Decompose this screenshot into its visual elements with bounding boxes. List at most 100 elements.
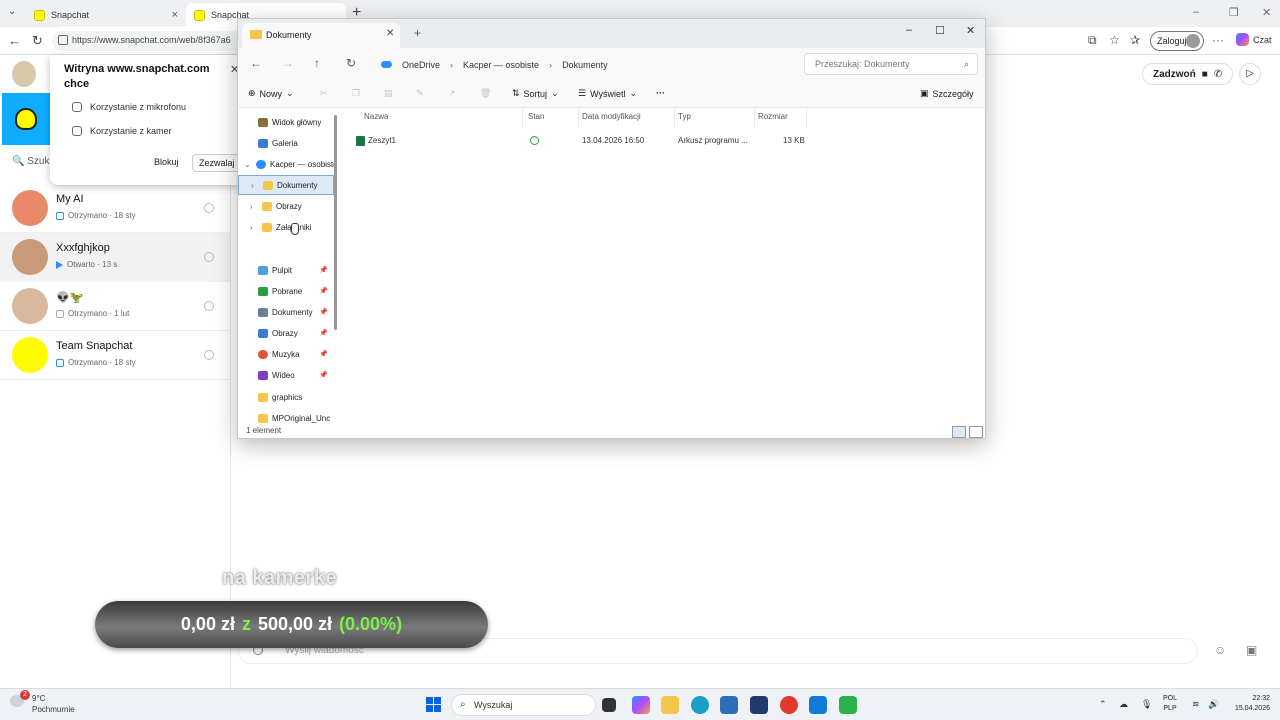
sidebar-item-gallery[interactable]: Galeria — [238, 133, 334, 153]
column-header-type[interactable]: Typ — [678, 112, 691, 121]
login-button[interactable]: Zaloguj — [1150, 31, 1204, 51]
sidebar-item-graphics[interactable]: graphics — [238, 387, 334, 407]
column-divider[interactable] — [754, 108, 755, 128]
breadcrumb-item[interactable]: Dokumenty — [562, 60, 608, 70]
copilot-button[interactable]: Czat — [1236, 33, 1272, 46]
sidebar-item-pictures-onedrive[interactable]: › Obrazy — [238, 196, 334, 216]
forward-icon[interactable]: → — [282, 56, 294, 70]
explorer-search-input[interactable]: Przeszukaj: Dokumenty ⌕ — [804, 53, 978, 75]
start-menu-icon[interactable] — [426, 697, 441, 712]
task-view-icon[interactable] — [602, 698, 616, 712]
back-icon[interactable]: ← — [8, 33, 21, 48]
chat-item-team-snapchat[interactable]: Team Snapchat Otrzymano · 18 sty — [0, 331, 230, 380]
clock[interactable]: 22:32 15.04.2026 — [1226, 694, 1270, 714]
sticker-icon[interactable]: ▣ — [1246, 643, 1257, 657]
close-tab-icon[interactable]: × — [172, 9, 178, 21]
camera-reply-icon[interactable] — [204, 301, 214, 311]
chevron-down-icon[interactable]: ⌄ — [244, 160, 252, 169]
column-divider[interactable] — [522, 108, 523, 128]
close-window-icon[interactable]: ✕ — [1262, 6, 1271, 19]
paste-icon[interactable]: ▤ — [384, 88, 393, 99]
sidebar-item-home[interactable]: Widok główny — [238, 112, 334, 132]
call-button[interactable]: Zadzwoń ■ ✆ — [1142, 63, 1234, 85]
column-header-name[interactable]: Nazwa — [364, 112, 388, 121]
camera-reply-icon[interactable] — [204, 203, 214, 213]
copilot-app-icon[interactable] — [632, 696, 650, 714]
chevron-up-icon[interactable]: ⌃ — [1099, 699, 1107, 710]
column-header-modified[interactable]: Data modyfikacji — [582, 112, 641, 121]
browser-tab-1[interactable]: Snapchat × — [26, 3, 186, 27]
chevron-right-icon[interactable]: › — [251, 181, 259, 190]
sidebar-item-attachments[interactable]: ›Załączniki — [238, 217, 334, 237]
favorites-list-icon[interactable]: ✰ — [1130, 33, 1140, 47]
rename-icon[interactable]: ✎ — [416, 88, 424, 99]
column-divider[interactable] — [578, 108, 579, 128]
sidebar-item-video[interactable]: Wideo 📌 — [238, 365, 334, 385]
details-view-icon[interactable] — [952, 426, 966, 438]
sidebar-item-onedrive[interactable]: ⌄ Kacper — osobiste — [238, 154, 334, 174]
sidebar-item-desktop[interactable]: Pulpit 📌 — [238, 260, 334, 280]
back-icon[interactable]: ← — [250, 56, 262, 70]
column-divider[interactable] — [806, 108, 807, 128]
view-button[interactable]: ☰ Wyświetl ⌄ — [578, 88, 637, 99]
file-explorer-app-icon[interactable] — [661, 696, 679, 714]
more-options-icon[interactable]: ··· — [656, 88, 665, 98]
b-app-icon[interactable] — [750, 696, 768, 714]
opera-browser-icon[interactable] — [780, 696, 798, 714]
sidebar-item-documents[interactable]: Dokumenty 📌 — [238, 302, 334, 322]
edge-browser-icon[interactable] — [691, 696, 709, 714]
taskbar-search-input[interactable]: ⌕ Wyszukaj — [451, 694, 596, 716]
delete-icon[interactable]: 🗑 — [480, 88, 491, 99]
refresh-icon[interactable]: ↻ — [346, 56, 356, 70]
new-button[interactable]: ⊕ Nowy ⌄ — [248, 88, 294, 99]
weather-widget[interactable]: 2 9°C Pochmurnie — [10, 690, 75, 715]
tab-list-chevron-icon[interactable]: ⌄ — [8, 6, 16, 17]
copy-icon[interactable]: ❐ — [352, 88, 360, 99]
microsoft-store-icon[interactable] — [720, 696, 738, 714]
tiles-view-icon[interactable] — [969, 426, 983, 438]
share-icon[interactable]: ↗ — [448, 88, 456, 99]
chat-item-xxxfghjkop[interactable]: Xxxfghjkop Otwarto · 13 s — [0, 233, 230, 282]
chevron-right-icon[interactable]: › — [250, 202, 258, 211]
wifi-icon[interactable]: ≋ — [1192, 699, 1200, 710]
sidebar-item-music[interactable]: Muzyka 📌 — [238, 344, 334, 364]
allow-button[interactable]: Zezwalaj — [192, 154, 242, 172]
restore-icon[interactable]: ❐ — [1229, 6, 1239, 19]
column-header-status[interactable]: Stan — [528, 112, 544, 121]
search-input[interactable]: 🔍 Szuk — [12, 156, 49, 167]
play-icon[interactable]: ▷ — [1239, 63, 1262, 85]
android-app-icon[interactable] — [839, 696, 857, 714]
breadcrumb[interactable]: OneDrive › Kacper — osobiste › Dokumenty — [371, 54, 801, 75]
camera-reply-icon[interactable] — [204, 252, 214, 262]
emoji-icon[interactable]: ☺ — [1214, 643, 1226, 657]
close-window-icon[interactable]: ✕ — [966, 24, 975, 37]
file-row[interactable]: Zeszyt1 13.04.2026 16:50 Arkusz programu… — [350, 132, 810, 150]
breadcrumb-item[interactable]: Kacper — osobiste — [463, 60, 539, 70]
details-button[interactable]: ▣ Szczegóły — [920, 88, 974, 99]
column-header-size[interactable]: Rozmiar — [758, 112, 788, 121]
sidebar-item-documents-onedrive[interactable]: › Dokumenty — [238, 175, 334, 195]
language-indicator[interactable]: POL PLP — [1163, 694, 1177, 714]
network-app-icon[interactable]: ☁ — [1119, 699, 1128, 710]
navigation-scrollbar[interactable] — [334, 115, 337, 330]
camera-button[interactable] — [2, 93, 50, 145]
more-options-icon[interactable]: ··· — [1212, 33, 1224, 47]
up-icon[interactable]: ↑ — [314, 56, 320, 70]
column-divider[interactable] — [674, 108, 675, 128]
close-tab-icon[interactable]: ✕ — [386, 28, 394, 39]
block-button[interactable]: Blokuj — [148, 154, 185, 172]
cut-icon[interactable]: ✂ — [320, 88, 328, 99]
explorer-tab[interactable]: Dokumenty ✕ — [242, 23, 400, 48]
split-screen-icon[interactable]: ⧉ — [1088, 33, 1097, 48]
camera-reply-icon[interactable] — [204, 350, 214, 360]
minimize-icon[interactable]: – — [1193, 6, 1199, 18]
chat-item-emoji[interactable]: 👽🦖 Otrzymano · 1 lut — [0, 282, 230, 331]
refresh-icon[interactable]: ↻ — [32, 33, 43, 49]
sidebar-item-downloads[interactable]: Pobrane 📌 — [238, 281, 334, 301]
my-bitmoji-avatar[interactable] — [12, 61, 36, 87]
microphone-icon[interactable]: 🎙 — [1141, 699, 1152, 710]
outlook-icon[interactable] — [809, 696, 827, 714]
sort-button[interactable]: ⇅ Sortuj ⌄ — [512, 88, 559, 99]
volume-icon[interactable]: 🔊 — [1208, 699, 1219, 710]
sidebar-item-mporiginal[interactable]: MPOriginal_Unc — [238, 408, 334, 426]
